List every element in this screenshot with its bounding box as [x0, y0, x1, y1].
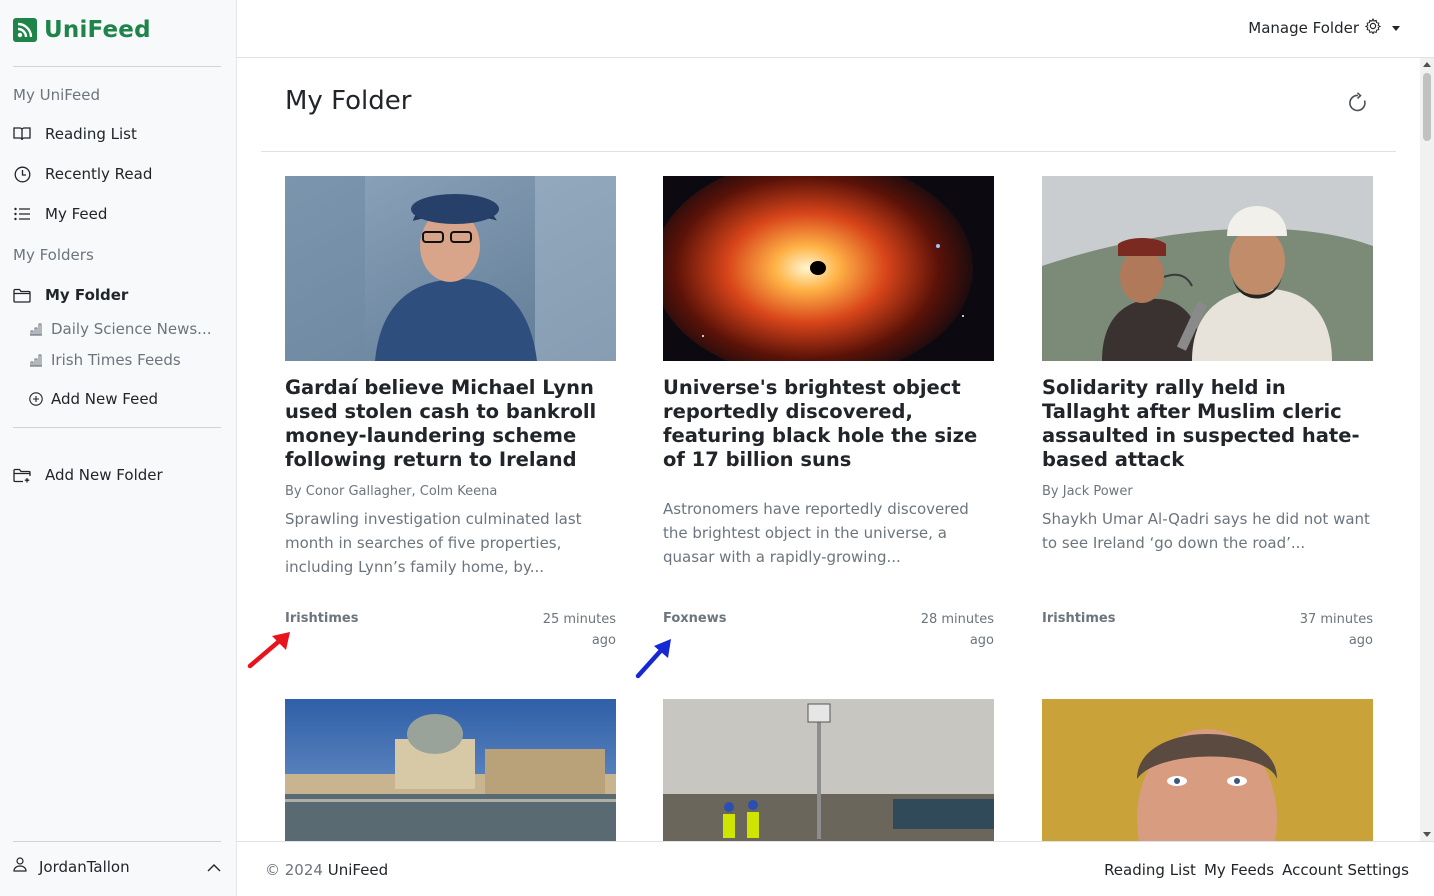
book-icon	[13, 125, 31, 143]
time-line: 25 minutes	[542, 612, 616, 627]
sidebar-item-label: My Folder	[45, 286, 129, 304]
article-title[interactable]: Universe's brightest object reportedly d…	[663, 376, 994, 472]
copyright-brand: UniFeed	[327, 861, 389, 879]
time-line: 37 minutes	[1299, 612, 1373, 627]
scroll-down-arrow-icon[interactable]	[1423, 832, 1431, 837]
article-card[interactable]: Solidarity rally held in Tallaght after …	[1042, 176, 1373, 555]
sidebar-item-my-feed[interactable]: My Feed	[13, 205, 107, 223]
manage-folder-label: Manage Folder	[1248, 19, 1359, 37]
plus-circle-icon	[29, 392, 43, 406]
person-icon	[13, 857, 27, 876]
article-description: Sprawling investigation culminated last …	[285, 510, 582, 576]
section-heading-my-folders: My Folders	[13, 246, 94, 264]
article-image[interactable]	[285, 699, 616, 841]
sidebar-feed-daily-science[interactable]: Daily Science News...	[29, 320, 211, 338]
bar-chart-icon	[29, 353, 43, 367]
article-card[interactable]	[285, 699, 616, 841]
card-footer: Foxnews 28 minutes ago	[663, 611, 994, 651]
article-image[interactable]	[1042, 176, 1373, 361]
article-image[interactable]	[653, 158, 994, 378]
folder-icon	[13, 286, 31, 304]
article-author: By Conor Gallagher, Colm Keena	[285, 484, 498, 499]
add-new-feed-button[interactable]: Add New Feed	[29, 390, 158, 408]
caret-down-icon	[1392, 25, 1400, 31]
article-title[interactable]: Solidarity rally held in Tallaght after …	[1042, 376, 1373, 472]
chevron-up-icon[interactable]	[207, 858, 221, 876]
red-arrow-icon	[247, 632, 290, 669]
brand-name: UniFeed	[44, 17, 151, 43]
user-menu[interactable]: JordanTallon	[13, 857, 221, 876]
card-footer: Irishtimes 25 minutes ago	[285, 611, 616, 651]
sidebar-divider	[13, 66, 221, 67]
sidebar-feed-label: Irish Times Feeds	[51, 351, 181, 369]
article-card[interactable]: Gardaí believe Michael Lynn used stolen …	[285, 176, 616, 579]
article-description: Shaykh Umar Al-Qadri says he did not wan…	[1042, 510, 1370, 552]
sidebar-item-label: My Feed	[45, 205, 108, 223]
article-time: 25 minutes ago	[543, 609, 616, 651]
sidebar-item-reading-list[interactable]: Reading List	[13, 125, 137, 143]
article-time: 28 minutes ago	[921, 609, 994, 651]
article-card[interactable]: Universe's brightest object reportedly d…	[653, 158, 994, 569]
article-title[interactable]: Gardaí believe Michael Lynn used stolen …	[285, 376, 616, 472]
sidebar-item-my-folder[interactable]: My Folder	[13, 286, 128, 304]
rss-icon	[13, 18, 37, 42]
article-source[interactable]: Irishtimes	[285, 611, 358, 651]
sidebar-item-recently-read[interactable]: Recently Read	[13, 165, 152, 183]
footer-links: Reading List My Feeds Account Settings	[1104, 861, 1409, 879]
article-description: Astronomers have reportedly discovered t…	[663, 500, 969, 566]
article-author: By Jack Power	[1042, 484, 1133, 499]
clock-icon	[13, 165, 31, 183]
sidebar-feed-label: Daily Science News...	[51, 320, 212, 338]
copyright-text: © 2024	[265, 861, 323, 879]
article-card[interactable]	[1042, 699, 1373, 841]
list-icon	[13, 205, 31, 223]
sidebar-item-label: Recently Read	[45, 165, 153, 183]
gear-icon	[1364, 17, 1382, 38]
brand-logo[interactable]: UniFeed	[13, 17, 151, 43]
article-image[interactable]	[663, 699, 994, 841]
footer-link-reading-list[interactable]: Reading List	[1104, 861, 1196, 879]
sidebar-feed-irish-times[interactable]: Irish Times Feeds	[29, 351, 181, 369]
username: JordanTallon	[39, 857, 130, 876]
footer: © 2024 UniFeed Reading List My Feeds Acc…	[237, 841, 1434, 896]
page-title: My Folder	[285, 86, 412, 116]
time-line: 28 minutes	[920, 612, 994, 627]
copyright: © 2024 UniFeed	[265, 861, 388, 879]
title-divider	[261, 151, 1396, 152]
time-line: ago	[1348, 633, 1373, 648]
footer-link-my-feeds[interactable]: My Feeds	[1204, 861, 1274, 879]
time-line: ago	[969, 633, 994, 648]
scroll-up-arrow-icon[interactable]	[1423, 62, 1431, 67]
sidebar-divider	[13, 841, 221, 842]
bar-chart-icon	[29, 322, 43, 336]
article-card[interactable]	[663, 699, 994, 841]
article-image[interactable]	[1042, 699, 1373, 841]
sidebar-divider	[13, 427, 221, 428]
manage-folder-dropdown[interactable]: Manage Folder	[1248, 17, 1400, 38]
footer-link-account-settings[interactable]: Account Settings	[1282, 861, 1409, 879]
folder-plus-icon	[13, 466, 31, 484]
add-new-folder-label: Add New Folder	[45, 466, 163, 484]
scrollbar-thumb[interactable]	[1423, 73, 1431, 141]
article-time: 37 minutes ago	[1300, 609, 1373, 651]
time-line: ago	[591, 633, 616, 648]
blue-arrow-icon	[635, 639, 671, 679]
sidebar-item-label: Reading List	[45, 125, 137, 143]
section-heading-my-unifeed: My UniFeed	[13, 86, 101, 104]
add-new-folder-button[interactable]: Add New Folder	[13, 466, 163, 484]
scrollbar[interactable]	[1420, 58, 1434, 841]
sidebar: UniFeed My UniFeed Reading List Recently…	[0, 0, 237, 896]
refresh-icon[interactable]	[1347, 92, 1371, 116]
card-footer: Irishtimes 37 minutes ago	[1042, 611, 1373, 651]
article-image[interactable]	[285, 176, 616, 361]
top-bar: Manage Folder	[237, 0, 1434, 58]
main-content: My Folder Gardaí believe Michael Lynn us…	[237, 58, 1420, 841]
add-new-feed-label: Add New Feed	[51, 390, 159, 408]
article-source[interactable]: Irishtimes	[1042, 611, 1115, 651]
